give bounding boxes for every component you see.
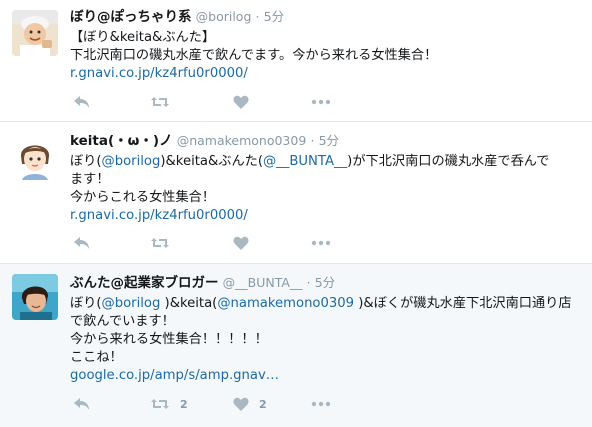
tweet-text-segment: ます！ bbox=[70, 172, 110, 187]
tweet-text: 【ぼり&keita&ぶんた】下北沢南口の磯丸水産で飲んでます。今から来れる女性集… bbox=[70, 29, 584, 83]
tweet-text-segment: 下北沢南口の磯丸水産で飲んでます。今から来れる女性集合！ bbox=[70, 48, 438, 63]
reply-button[interactable] bbox=[73, 396, 91, 412]
tweet-text-line: google.co.jp/amp/s/amp.gnav… bbox=[70, 367, 584, 385]
tweet[interactable]: ぼり@ぽっちゃり系 @borilog · 5分 【ぼり&keita&ぶんた】下北… bbox=[0, 0, 592, 122]
retweet-icon bbox=[151, 238, 169, 248]
tweet-text-line: ます！ bbox=[70, 171, 584, 189]
user-name[interactable]: ぶんた@起業家ブロガー bbox=[70, 275, 219, 291]
more-icon bbox=[311, 99, 331, 105]
tweet-text-segment: )&keita( bbox=[160, 296, 218, 311]
user-handle[interactable]: @borilog bbox=[196, 9, 252, 24]
tweet-text-line: 今からこれる女性集合！ bbox=[70, 189, 584, 207]
retweet-count: 2 bbox=[180, 397, 188, 411]
user-name[interactable]: keita(・ω・)ノ bbox=[70, 133, 173, 149]
mention-link[interactable]: @__BUNTA__ bbox=[263, 154, 347, 169]
tweet-text: ぼり(@borilog)&keita&ぶんた(@__BUNTA__)が下北沢南口… bbox=[70, 153, 584, 225]
reply-icon bbox=[74, 398, 89, 410]
user-name[interactable]: ぼり@ぽっちゃり系 bbox=[70, 9, 192, 25]
tweet-header: ぶんた@起業家ブロガー @__BUNTA__ · 5分 bbox=[70, 274, 584, 293]
mention-link[interactable]: @namakemono0309 bbox=[217, 296, 354, 311]
tweet-content: keita(・ω・)ノ @namakemono0309 · 5分 ぼり(@bor… bbox=[70, 132, 584, 225]
mention-link[interactable]: @borilog bbox=[102, 154, 161, 169]
reply-icon bbox=[74, 96, 89, 108]
avatar[interactable] bbox=[12, 10, 58, 56]
heart-icon bbox=[233, 95, 249, 109]
tweet-content: ぶんた@起業家ブロガー @__BUNTA__ · 5分 ぼり(@borilog … bbox=[70, 274, 584, 385]
tweet-text-line: ぼり(@borilog)&keita&ぶんた(@__BUNTA__)が下北沢南口… bbox=[70, 153, 584, 171]
url-link[interactable]: r.gnavi.co.jp/kz4rfu0r0000/ bbox=[70, 66, 248, 81]
user-handle[interactable]: @namakemono0309 bbox=[177, 133, 307, 148]
tweet[interactable]: keita(・ω・)ノ @namakemono0309 · 5分 ぼり(@bor… bbox=[0, 122, 592, 264]
tweet-text: ぼり(@borilog )&keita(@namakemono0309 )&ぼく… bbox=[70, 295, 584, 385]
tweet-text-segment: 【ぼり&keita&ぶんた】 bbox=[70, 30, 216, 45]
tweet-text-line: ぼり(@borilog )&keita(@namakemono0309 )&ぼく… bbox=[70, 295, 584, 313]
more-button[interactable] bbox=[311, 401, 331, 407]
like-button[interactable] bbox=[233, 236, 259, 251]
retweet-button[interactable] bbox=[150, 94, 180, 110]
tweet-text-line: 今から来れる女性集合！！！！！ bbox=[70, 331, 584, 349]
tweet-text-segment: 今から来れる女性集合！！！！！ bbox=[70, 332, 268, 347]
more-button[interactable] bbox=[311, 240, 331, 246]
reply-icon bbox=[74, 237, 89, 249]
tweet-text-segment: ぼり( bbox=[70, 296, 102, 311]
tweet-text-line: 【ぼり&keita&ぶんた】 bbox=[70, 29, 584, 47]
tweet-time[interactable]: 5分 bbox=[264, 9, 284, 24]
tweet-text-line: ここね！ bbox=[70, 349, 584, 367]
tweet-text-segment: ぼり( bbox=[70, 154, 102, 169]
tweet-text-segment: 今からこれる女性集合！ bbox=[70, 190, 216, 205]
heart-icon bbox=[233, 236, 249, 250]
retweet-icon bbox=[151, 399, 169, 409]
reply-button[interactable] bbox=[73, 94, 91, 110]
tweet-header: ぼり@ぽっちゃり系 @borilog · 5分 bbox=[70, 8, 584, 27]
tweet-text-segment: )&ぼくが磯丸水産下北沢南口通り店 bbox=[354, 296, 572, 311]
more-icon bbox=[311, 240, 331, 246]
avatar[interactable] bbox=[12, 274, 58, 320]
separator-dot: · bbox=[255, 9, 260, 24]
like-button[interactable]: 2 bbox=[233, 397, 267, 412]
timeline: ぼり@ぽっちゃり系 @borilog · 5分 【ぼり&keita&ぶんた】下北… bbox=[0, 0, 592, 427]
reply-button[interactable] bbox=[73, 235, 91, 251]
tweet-text-line: r.gnavi.co.jp/kz4rfu0r0000/ bbox=[70, 65, 584, 83]
tweet-time[interactable]: 5分 bbox=[319, 133, 339, 148]
tweet-time[interactable]: 5分 bbox=[315, 275, 335, 290]
url-link[interactable]: google.co.jp/amp/s/amp.gnav… bbox=[70, 368, 279, 383]
tweet-text-line: r.gnavi.co.jp/kz4rfu0r0000/ bbox=[70, 207, 584, 225]
tweet-text-line: で飲んでいます！ bbox=[70, 313, 584, 331]
more-icon bbox=[311, 401, 331, 407]
separator-dot: · bbox=[306, 275, 311, 290]
heart-icon bbox=[233, 397, 249, 411]
tweet[interactable]: ぶんた@起業家ブロガー @__BUNTA__ · 5分 ぼり(@borilog … bbox=[0, 264, 592, 427]
tweet-text-segment: )&keita&ぶんた( bbox=[160, 154, 263, 169]
tweet-text-line: 下北沢南口の磯丸水産で飲んでます。今から来れる女性集合！ bbox=[70, 47, 584, 65]
tweet-text-segment: ここね！ bbox=[70, 350, 123, 365]
more-button[interactable] bbox=[311, 99, 331, 105]
retweet-button[interactable] bbox=[150, 235, 180, 251]
retweet-button[interactable]: 2 bbox=[150, 396, 188, 412]
mention-link[interactable]: @borilog bbox=[102, 296, 161, 311]
url-link[interactable]: r.gnavi.co.jp/kz4rfu0r0000/ bbox=[70, 208, 248, 223]
tweet-header: keita(・ω・)ノ @namakemono0309 · 5分 bbox=[70, 132, 584, 151]
separator-dot: · bbox=[310, 133, 315, 148]
tweet-text-segment: )が下北沢南口の磯丸水産で呑んで bbox=[347, 154, 550, 169]
retweet-icon bbox=[151, 97, 169, 107]
tweet-text-segment: で飲んでいます！ bbox=[70, 314, 175, 329]
like-button[interactable] bbox=[233, 95, 259, 110]
user-handle[interactable]: @__BUNTA__ bbox=[223, 275, 303, 290]
avatar[interactable] bbox=[12, 134, 58, 180]
like-count: 2 bbox=[259, 397, 267, 411]
tweet-content: ぼり@ぽっちゃり系 @borilog · 5分 【ぼり&keita&ぶんた】下北… bbox=[70, 8, 584, 83]
